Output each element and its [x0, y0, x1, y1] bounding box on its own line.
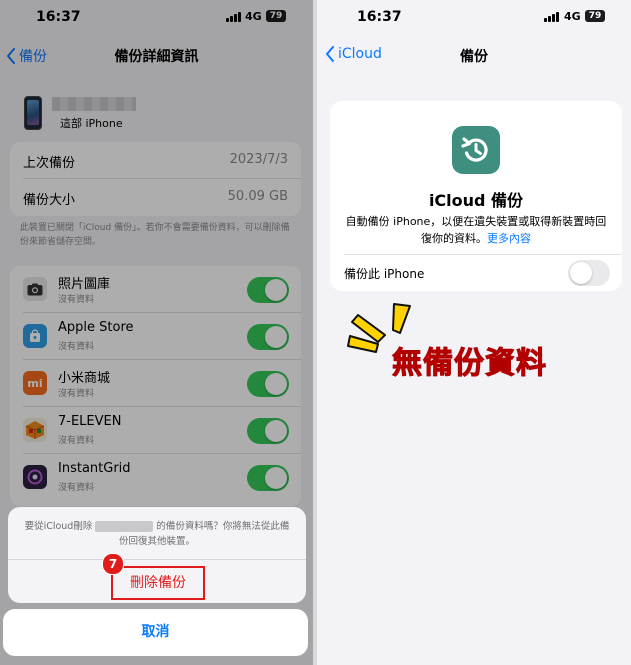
divider [344, 254, 622, 255]
delete-row: 刪除備份 [8, 560, 306, 603]
battery-icon: 79 [585, 10, 605, 22]
left-screen: 16:37 4G 79 備份 備份詳細資訊 這部 iPhone 上次備份 202… [0, 0, 313, 665]
network-label: 4G [564, 10, 581, 23]
sheet-message: 要從iCloud刪除 的備份資料嗎？你將無法從此備份回復其他裝置。 [8, 507, 306, 559]
delete-backup-button[interactable]: 刪除備份 [111, 566, 205, 600]
page-title: 備份 [460, 49, 488, 65]
more-info-link[interactable]: 更多內容 [487, 232, 531, 245]
card-description-text: 自動備份 iPhone，以便在遺失裝置或取得新裝置時回復你的資料。 [345, 215, 607, 245]
no-backup-annotation: 無備份資料 [392, 346, 547, 382]
backup-toggle-label: 備份此 iPhone [344, 267, 425, 281]
step-badge: 7 [102, 553, 124, 575]
signal-icon [544, 12, 560, 22]
card-description: 自動備份 iPhone，以便在遺失裝置或取得新裝置時回復你的資料。更多內容 [344, 213, 608, 247]
device-name-blurred [95, 521, 154, 532]
toggle-knob [570, 262, 592, 284]
action-sheet: 要從iCloud刪除 的備份資料嗎？你將無法從此備份回復其他裝置。 刪除備份 [8, 507, 306, 603]
icloud-backup-card: iCloud 備份 自動備份 iPhone，以便在遺失裝置或取得新裝置時回復你的… [330, 101, 622, 291]
nav-bar: iCloud 備份 [317, 38, 631, 72]
status-bar: 16:37 4G 79 [317, 0, 631, 36]
sheet-message-prefix: 要從iCloud刪除 [24, 521, 93, 532]
right-screen: 16:37 4G 79 iCloud 備份 iCloud 備份 自動備份 iPh… [317, 0, 631, 665]
icloud-backup-icon [452, 126, 500, 174]
card-title: iCloud 備份 [428, 191, 524, 210]
cancel-button[interactable]: 取消 [3, 609, 308, 656]
backup-this-iphone-toggle[interactable] [568, 260, 610, 286]
status-time: 16:37 [357, 9, 402, 25]
